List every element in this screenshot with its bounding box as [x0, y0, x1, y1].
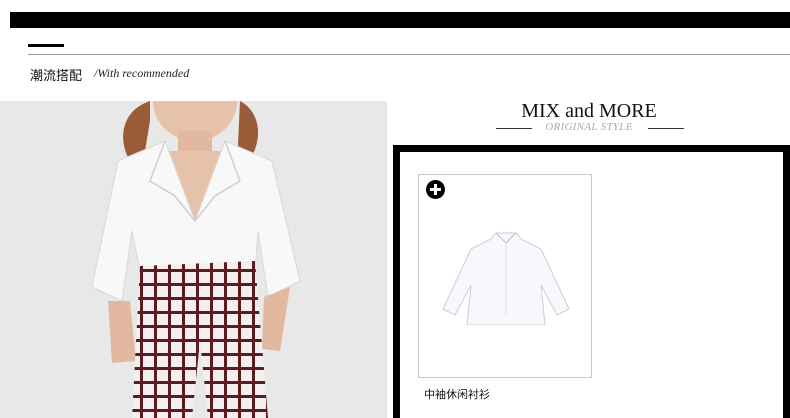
section-title: 潮流搭配 [30, 69, 83, 84]
mix-subtitle-rule-left [496, 128, 532, 129]
mix-title: MIX and MORE [521, 100, 657, 122]
product-name[interactable]: 中袖休闲衬衫 [424, 386, 490, 402]
mix-subtitle: ORIGINAL STYLE [545, 121, 633, 133]
title-divider [28, 54, 790, 55]
product-card[interactable] [418, 174, 592, 378]
plus-circle-icon[interactable] [426, 180, 445, 199]
mix-subtitle-rule-right [648, 128, 684, 129]
section-subtitle: /With recommended [94, 66, 190, 80]
top-banner-bar [10, 12, 790, 28]
shirt-image [442, 232, 570, 325]
title-accent-rule [28, 44, 64, 47]
model-photo [0, 101, 387, 418]
